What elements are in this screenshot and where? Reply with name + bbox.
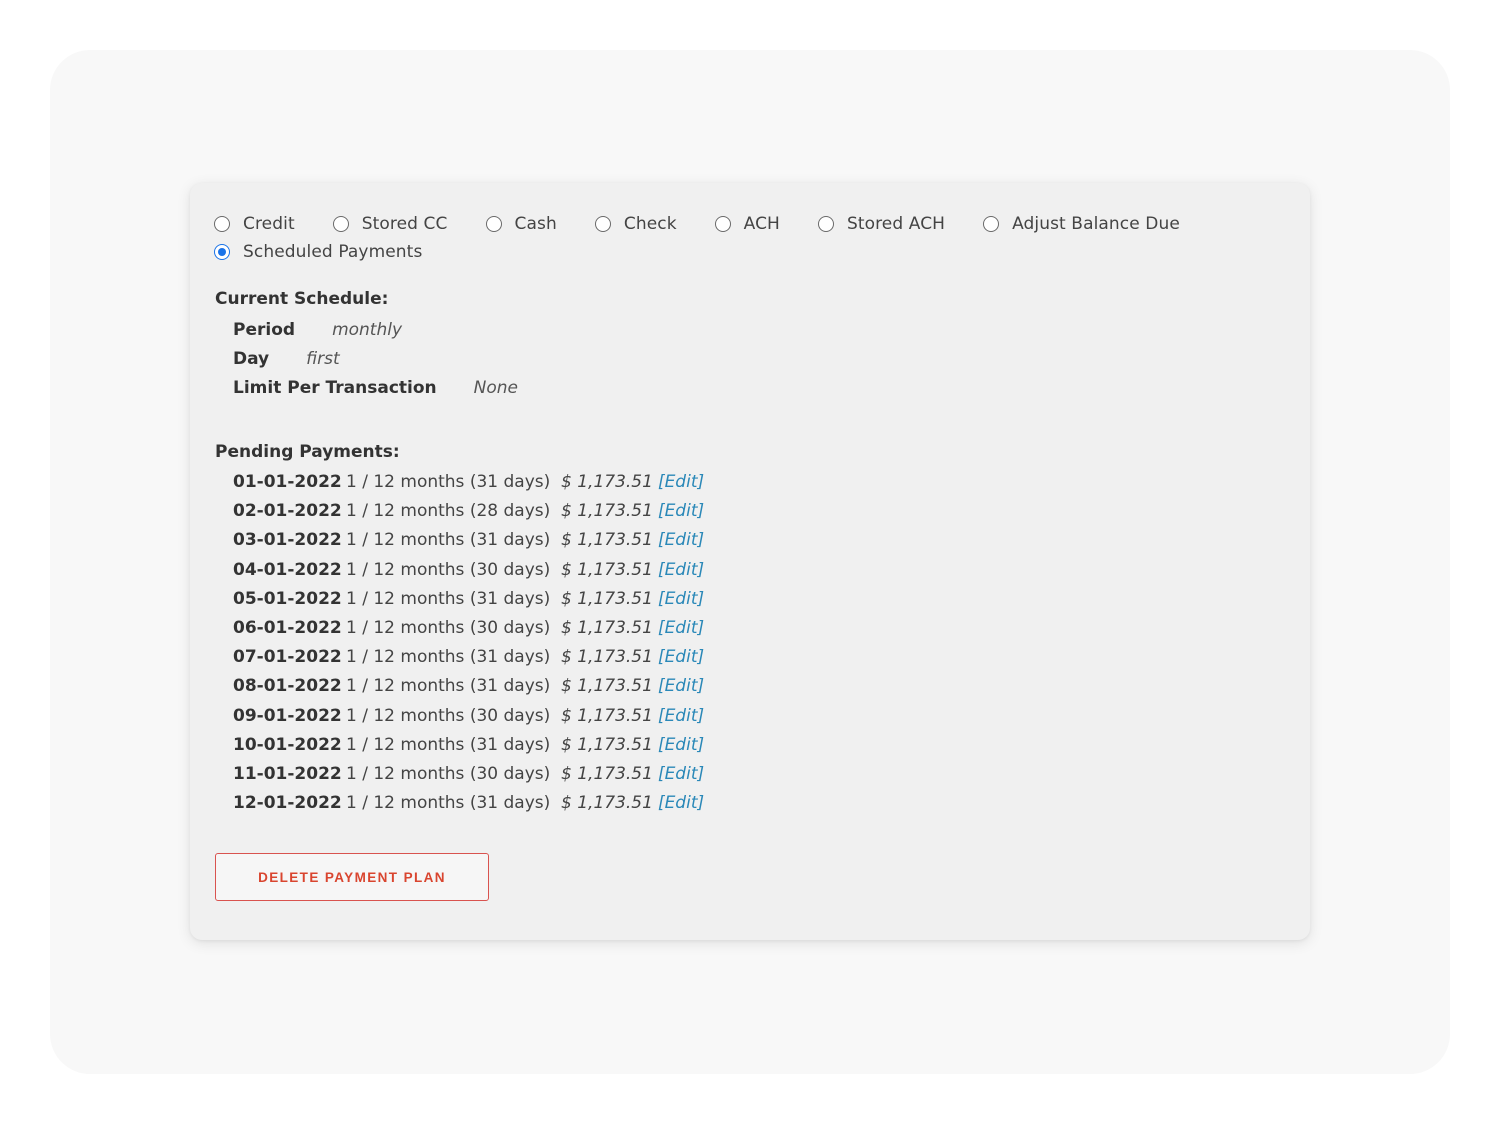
payment-amount: $ 1,173.51	[561, 676, 653, 697]
payment-date: 04-01-2022	[233, 559, 342, 580]
radio-scheduled-payments[interactable]: Scheduled Payments	[214, 242, 422, 262]
radio-ach[interactable]: ACH	[714, 214, 780, 234]
payment-amount: $ 1,173.51	[561, 793, 653, 814]
payment-date: 05-01-2022	[233, 588, 342, 609]
payment-date: 07-01-2022	[233, 647, 342, 668]
payment-description: 1 / 12 months (30 days)	[346, 559, 551, 580]
payment-edit-link[interactable]: [Edit]	[658, 764, 704, 784]
payment-date: 02-01-2022	[233, 501, 342, 522]
radio-circle-adjust-balance-due[interactable]	[983, 216, 1000, 232]
radio-circle-stored-ach[interactable]	[817, 216, 834, 232]
radio-circle-ach[interactable]	[714, 216, 731, 232]
payment-amount: $ 1,173.51	[561, 734, 653, 755]
payment-description: 1 / 12 months (31 days)	[346, 647, 551, 668]
payment-date: 10-01-2022	[233, 734, 342, 755]
payment-description: 1 / 12 months (30 days)	[346, 705, 551, 726]
payment-row: 05-01-2022 1 / 12 months (31 days) $ 1,173…	[233, 586, 704, 612]
radio-label-cash: Cash	[514, 214, 557, 234]
radio-circle-stored-cc[interactable]	[332, 216, 349, 232]
payment-edit-link[interactable]: [Edit]	[658, 530, 704, 550]
limit-label: Limit Per Transaction	[233, 378, 437, 398]
payment-edit-link[interactable]: [Edit]	[658, 735, 704, 755]
payment-edit-link[interactable]: [Edit]	[658, 472, 704, 492]
payment-row: 04-01-2022 1 / 12 months (30 days) $ 1,173…	[233, 557, 704, 583]
radio-circle-credit[interactable]	[214, 216, 230, 232]
payment-row: 06-01-2022 1 / 12 months (30 days) $ 1,173…	[233, 615, 704, 641]
radio-label-stored-cc: Stored CC	[361, 214, 448, 234]
day-label: Day	[233, 349, 270, 369]
payment-date: 06-01-2022	[233, 618, 342, 638]
payment-method-row-2: Scheduled Payments	[214, 237, 460, 267]
radio-check[interactable]: Check	[594, 214, 677, 234]
radio-circle-scheduled-payments[interactable]	[214, 244, 230, 260]
payment-amount: $ 1,173.51	[561, 764, 653, 784]
payment-amount: $ 1,173.51	[561, 618, 653, 638]
payment-edit-link[interactable]: [Edit]	[658, 618, 704, 638]
payment-edit-link[interactable]: [Edit]	[658, 793, 704, 813]
payment-description: 1 / 12 months (31 days)	[346, 676, 551, 697]
pending-payments-title: Pending Payments:	[215, 442, 400, 462]
radio-label-scheduled-payments: Scheduled Payments	[243, 242, 423, 262]
current-schedule-title: Current Schedule:	[215, 289, 389, 309]
payment-amount: $ 1,173.51	[561, 530, 653, 551]
payment-description: 1 / 12 months (30 days)	[346, 618, 551, 638]
payment-description: 1 / 12 months (31 days)	[346, 530, 551, 551]
payment-row: 03-01-2022 1 / 12 months (31 days) $ 1,173…	[233, 527, 704, 553]
payment-description: 1 / 12 months (31 days)	[346, 588, 551, 609]
payment-date: 03-01-2022	[233, 530, 342, 551]
payment-amount: $ 1,173.51	[561, 588, 653, 609]
radio-cash[interactable]: Cash	[485, 214, 557, 234]
schedule-period-row: Period monthly	[233, 317, 402, 343]
payment-amount: $ 1,173.51	[561, 559, 653, 580]
payment-date: 11-01-2022	[233, 764, 342, 784]
payment-amount: $ 1,173.51	[561, 705, 653, 726]
payment-edit-link[interactable]: [Edit]	[658, 501, 704, 521]
radio-circle-check[interactable]	[594, 216, 611, 232]
payment-amount: $ 1,173.51	[561, 647, 653, 668]
radio-stored-ach[interactable]: Stored ACH	[817, 214, 946, 234]
period-label: Period	[233, 320, 296, 340]
radio-stored-cc[interactable]: Stored CC	[332, 214, 448, 234]
payment-row: 07-01-2022 1 / 12 months (31 days) $ 1,173…	[233, 644, 704, 670]
payment-description: 1 / 12 months (31 days)	[346, 472, 551, 492]
payment-row: 08-01-2022 1 / 12 months (31 days) $ 1,173…	[233, 673, 704, 699]
limit-value: None	[473, 378, 518, 398]
payment-amount: $ 1,173.51	[561, 472, 653, 492]
payment-edit-link[interactable]: [Edit]	[658, 676, 704, 696]
radio-label-ach: ACH	[743, 214, 780, 234]
payment-description: 1 / 12 months (31 days)	[346, 793, 551, 814]
payment-edit-link[interactable]: [Edit]	[658, 706, 704, 726]
payment-date: 09-01-2022	[233, 705, 342, 726]
radio-adjust-balance-due[interactable]: Adjust Balance Due	[983, 214, 1180, 234]
delete-payment-plan-button[interactable]: DELETE PAYMENT PLAN	[215, 853, 489, 901]
radio-label-check: Check	[623, 214, 677, 234]
day-value: first	[306, 349, 340, 369]
payment-row: 01-01-2022 1 / 12 months (31 days) $ 1,173…	[233, 469, 704, 495]
period-value: monthly	[332, 320, 403, 340]
payment-edit-link[interactable]: [Edit]	[658, 560, 704, 580]
payment-edit-link[interactable]: [Edit]	[658, 647, 704, 667]
schedule-day-row: Day first	[233, 346, 340, 372]
payment-edit-link[interactable]: [Edit]	[658, 589, 704, 609]
payment-date: 12-01-2022	[233, 793, 342, 814]
payment-row: 11-01-2022 1 / 12 months (30 days) $ 1,173…	[233, 761, 704, 787]
payment-amount: $ 1,173.51	[561, 501, 653, 522]
payment-method-row-1: Credit Stored CC Cash Check ACH Stored A…	[214, 209, 1180, 239]
payment-description: 1 / 12 months (30 days)	[346, 764, 551, 784]
payment-description: 1 / 12 months (28 days)	[346, 501, 551, 522]
radio-label-adjust-balance-due: Adjust Balance Due	[1012, 214, 1180, 234]
schedule-limit-row: Limit Per Transaction None	[233, 375, 518, 401]
payment-row: 12-01-2022 1 / 12 months (31 days) $ 1,173…	[233, 790, 704, 816]
radio-credit[interactable]: Credit	[214, 214, 295, 234]
radio-circle-cash[interactable]	[485, 216, 502, 232]
radio-label-credit: Credit	[243, 214, 295, 234]
payment-date: 01-01-2022	[233, 472, 342, 492]
payment-row: 02-01-2022 1 / 12 months (28 days) $ 1,173…	[233, 498, 704, 524]
payment-description: 1 / 12 months (31 days)	[346, 734, 551, 755]
radio-label-stored-ach: Stored ACH	[846, 214, 946, 234]
payment-date: 08-01-2022	[233, 676, 342, 697]
payment-row: 09-01-2022 1 / 12 months (30 days) $ 1,173…	[233, 703, 704, 729]
payment-row: 10-01-2022 1 / 12 months (31 days) $ 1,173…	[233, 732, 704, 758]
